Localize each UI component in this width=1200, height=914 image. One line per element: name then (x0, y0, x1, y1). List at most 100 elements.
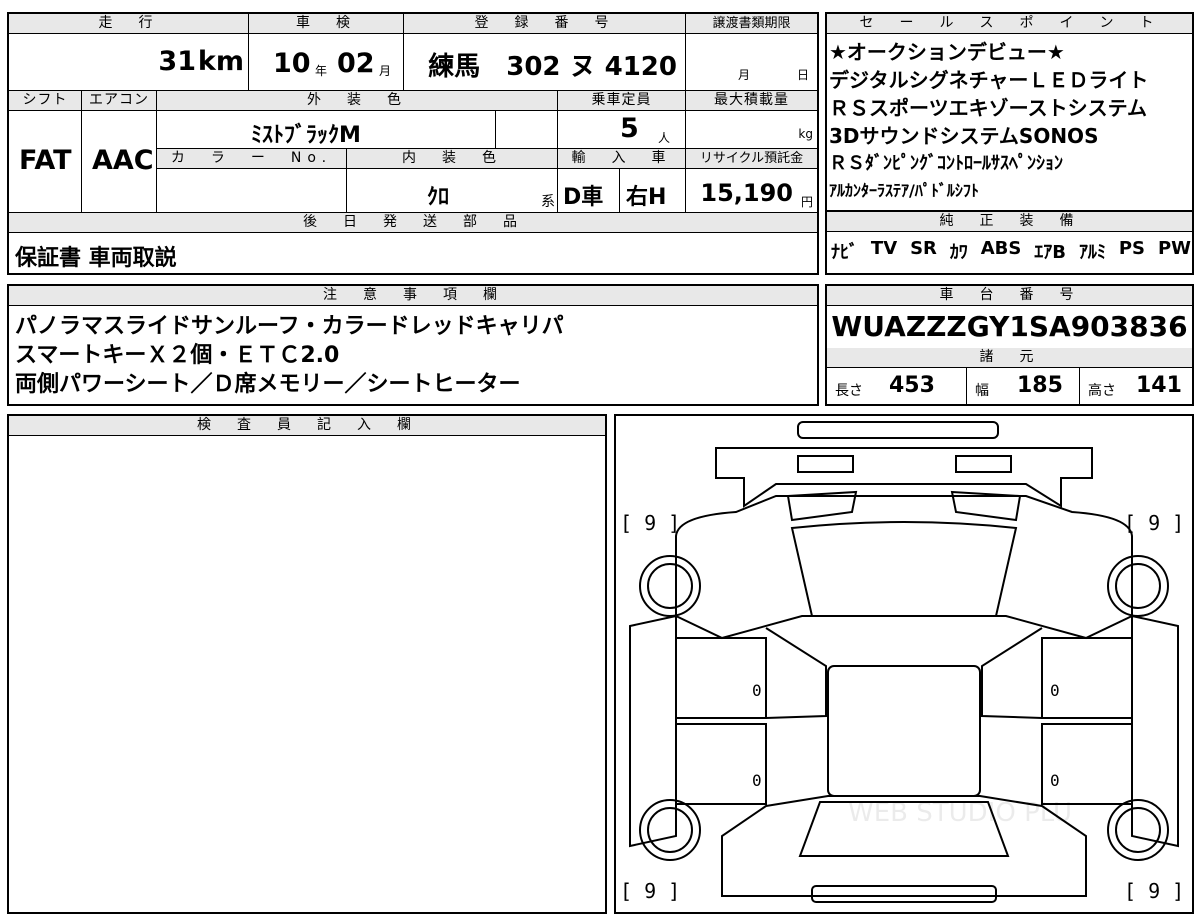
exterior-color-cell: ﾐｽﾄﾌﾞﾗｯｸM (157, 111, 496, 149)
shift-header: シフト (9, 91, 82, 111)
chassis-panel: 車 台 番 号 WUAZZZGY1SA903836 諸 元 長さ 453 幅 1… (825, 284, 1194, 406)
note-line-2: スマートキーＸ２個・ＥＴＣ2.0 (15, 343, 340, 368)
sales-point-4: 3DサウンドシステムSONOS (829, 124, 1099, 148)
sales-points-list: ★オークションデビュー★ デジタルシグネチャーＬＥＤライト ＲＳスポーツエキゾー… (829, 38, 1191, 204)
equip-navi: ﾅﾋﾞ (831, 242, 858, 263)
chassis-header: 車 台 番 号 (827, 286, 1192, 306)
registration-cell: 練馬 302 ヌ 4120 (404, 34, 686, 91)
import-h-value: 右H (626, 185, 667, 210)
recycle-unit: 円 (800, 195, 813, 209)
import-d-value: D車 (563, 185, 604, 210)
note-line-1: パノラマスライドサンルーフ・カラードレッドキャリパ (15, 314, 564, 339)
chassis-number: WUAZZZGY1SA903836 (827, 306, 1192, 349)
recycle-cell: 15,190 円 (686, 169, 817, 213)
corner-label-rl: [ 9 ] (620, 879, 680, 903)
shift-cell: FAT (9, 111, 82, 213)
interior-color-cell: ｸﾛ 系 (347, 169, 558, 213)
equip-leather: ｶﾜ (949, 242, 968, 263)
later-parts-header: 後 日 発 送 部 品 (9, 213, 817, 233)
color-no-cell (157, 169, 347, 213)
door-value-fr: 0 (1050, 681, 1060, 700)
watermark: WEB STUDIO PLU (848, 798, 1072, 828)
wheel-front-right-inner (1115, 563, 1161, 609)
mileage-cell: 31 km (9, 34, 249, 91)
transfer-cell: 月 日 (686, 34, 817, 91)
mileage-value: 31 (158, 46, 196, 77)
capacity-unit: 人 (658, 131, 671, 145)
door-rear-right (1041, 723, 1133, 805)
inspection-year: 10 (273, 48, 311, 79)
door-value-fl: 0 (752, 681, 762, 700)
shift-value: FAT (19, 145, 72, 176)
door-front-left (675, 637, 767, 719)
max-load-unit: kg (798, 127, 813, 141)
later-parts-value: 保証書 車両取説 (15, 246, 177, 271)
equip-tv: TV (870, 238, 898, 259)
spec-height-label: 高さ (1088, 383, 1116, 399)
sales-point-6: ｱﾙｶﾝﾀｰﾗｽﾃｱ/ﾊﾟﾄﾞﾙｼﾌﾄ (829, 181, 979, 200)
notes-list: パノラマスライドサンルーフ・カラードレッドキャリパ スマートキーＸ２個・ＥＴＣ2… (15, 312, 564, 399)
max-load-header: 最大積載量 (686, 91, 817, 111)
inspector-header: 検 査 員 記 入 欄 (9, 416, 605, 436)
car-damage-diagram: [ 9 ] [ 9 ] [ 9 ] [ 9 ] 0 0 0 0 WEB STUD… (614, 414, 1194, 914)
equip-airbag: ｴｱB (1034, 242, 1067, 263)
year-unit: 年 (315, 64, 328, 78)
pillar-right (981, 627, 1043, 719)
month-unit: 月 (379, 64, 392, 78)
front-grille-left (797, 455, 854, 473)
aircon-cell: AAC (82, 111, 157, 213)
mileage-header: 走 行 (9, 14, 249, 34)
equip-ps: PS (1118, 238, 1146, 259)
notes-header: 注 意 事 項 欄 (9, 286, 817, 306)
equip-abs: ABS (980, 238, 1022, 259)
interior-color-header: 内 装 色 (347, 149, 558, 169)
corner-label-fl: [ 9 ] (620, 511, 680, 535)
windshield (790, 521, 1018, 617)
corner-label-rr: [ 9 ] (1124, 879, 1184, 903)
inspection-month: 02 (337, 48, 375, 79)
roof (827, 665, 981, 797)
vehicle-info-table: 走 行 車 検 登 録 番 号 譲渡書類期限 31 km 10 年 02 月 練… (7, 12, 819, 275)
door-front-right (1041, 637, 1133, 719)
equip-sr: SR (910, 238, 937, 259)
sales-point-5: ＲＳﾀﾞﾝﾋﾟﾝｸﾞｺﾝﾄﾛｰﾙｻｽﾍﾟﾝｼｮﾝ (829, 153, 1063, 174)
transfer-day-unit: 日 (796, 68, 809, 82)
max-load-cell: kg (686, 111, 817, 149)
wheel-front-left-inner (647, 563, 693, 609)
wheel-rear-right-inner (1115, 807, 1161, 853)
door-value-rr: 0 (1050, 771, 1060, 790)
color-no-header: カ ラ ー No. (157, 149, 347, 169)
recycle-value: 15,190 (700, 179, 793, 207)
transfer-month-unit: 月 (738, 68, 751, 82)
car-diagram-svg: [ 9 ] [ 9 ] [ 9 ] [ 9 ] 0 0 0 0 WEB STUD… (620, 421, 1184, 903)
sales-point-1: ★オークションデビュー★ (829, 40, 1065, 64)
later-parts-cell: 保証書 車両取説 (9, 233, 817, 273)
exterior-color-extra-cell (496, 111, 558, 149)
front-bumper (797, 421, 999, 439)
genuine-equipment-list: ﾅﾋﾞ TV SR ｶﾜ ABS ｴｱB ｱﾙﾐ PS PW (831, 238, 1191, 264)
spec-length-value: 453 (889, 373, 935, 398)
inspection-cell: 10 年 02 月 (249, 34, 404, 91)
equip-pw: PW (1157, 238, 1191, 259)
registration-value: 練馬 302 ヌ 4120 (428, 52, 677, 82)
spec-width-cell: 幅 185 (967, 368, 1080, 404)
front-grille-right (955, 455, 1012, 473)
inspection-header: 車 検 (249, 14, 404, 34)
exterior-color-header: 外 装 色 (157, 91, 558, 111)
equip-alloy: ｱﾙﾐ (1078, 242, 1106, 263)
spec-height-value: 141 (1136, 373, 1182, 398)
corner-label-fr: [ 9 ] (1124, 511, 1184, 535)
sales-points-panel: セ ー ル ス ポ イ ン ト ★オークションデビュー★ デジタルシグネチャーＬ… (825, 12, 1194, 212)
spec-length-label: 長さ (835, 383, 863, 399)
body-side-left (629, 614, 677, 848)
note-line-3: 両側パワーシート／Ｄ席メモリー／シートヒーター (15, 372, 521, 397)
capacity-header: 乗車定員 (558, 91, 686, 111)
genuine-equipment-panel: 純 正 装 備 ﾅﾋﾞ TV SR ｶﾜ ABS ｴｱB ｱﾙﾐ PS PW (825, 212, 1194, 275)
spec-width-label: 幅 (975, 383, 989, 399)
mileage-unit: km (197, 46, 244, 77)
import-d-cell: D車 (558, 169, 620, 213)
import-h-cell: 右H (620, 169, 686, 213)
spec-height-cell: 高さ 141 (1080, 368, 1192, 404)
registration-header: 登 録 番 号 (404, 14, 686, 34)
door-value-rl: 0 (752, 771, 762, 790)
